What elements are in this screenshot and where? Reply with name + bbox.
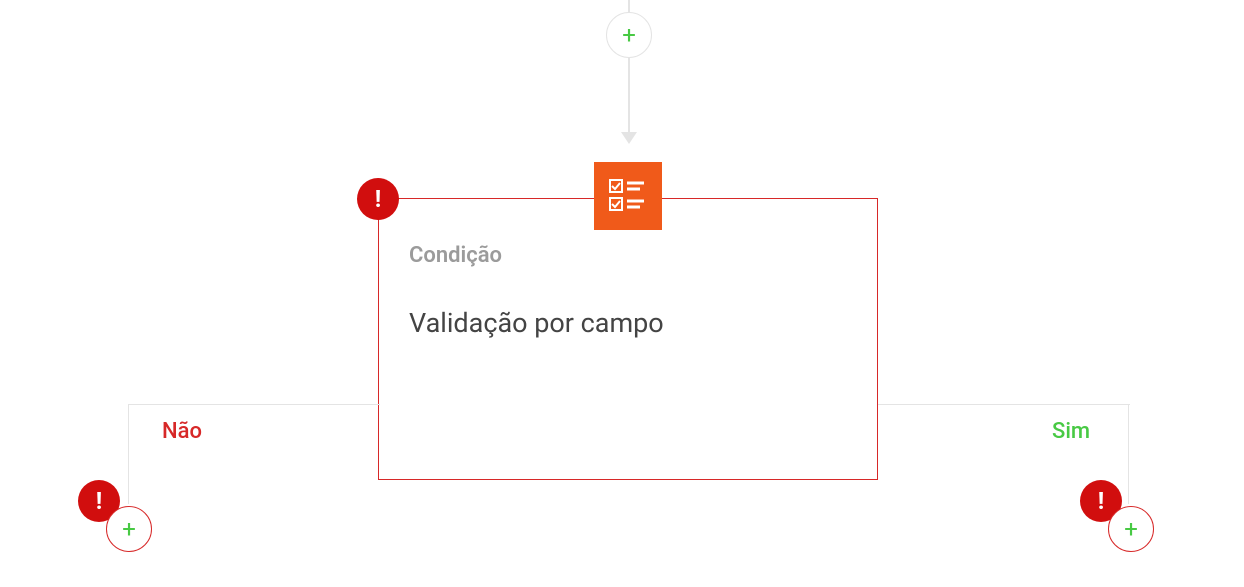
checklist-icon [608,176,648,216]
connector-line-no-h [128,404,380,405]
arrow-head-icon [621,132,637,144]
error-badge-icon: ! [357,178,399,220]
connector-line-top [628,0,630,12]
connector-line-no-v [128,404,129,504]
exclaim-glyph: ! [96,487,103,515]
exclaim-glyph: ! [1098,487,1105,515]
plus-icon: + [122,517,136,541]
plus-icon: + [622,23,636,47]
connector-line-yes-v [1128,404,1129,504]
condition-type-label: Condição [409,243,502,268]
exclaim-glyph: ! [375,185,382,213]
add-node-button-yes[interactable]: + [1108,506,1154,552]
plus-icon: + [1124,517,1138,541]
add-node-button-top[interactable]: + [606,12,652,58]
condition-title: Validação por campo [409,307,664,339]
condition-node[interactable]: Condição Validação por campo [378,198,878,480]
connector-line-arrow [628,58,630,136]
condition-icon-box [594,162,662,230]
branch-label-no: Não [162,419,202,444]
branch-label-yes: Sim [1052,419,1090,444]
add-node-button-no[interactable]: + [106,506,152,552]
flow-canvas: + Condição Validação por campo ! Não Sim… [0,0,1244,587]
connector-line-yes-h [878,404,1130,405]
